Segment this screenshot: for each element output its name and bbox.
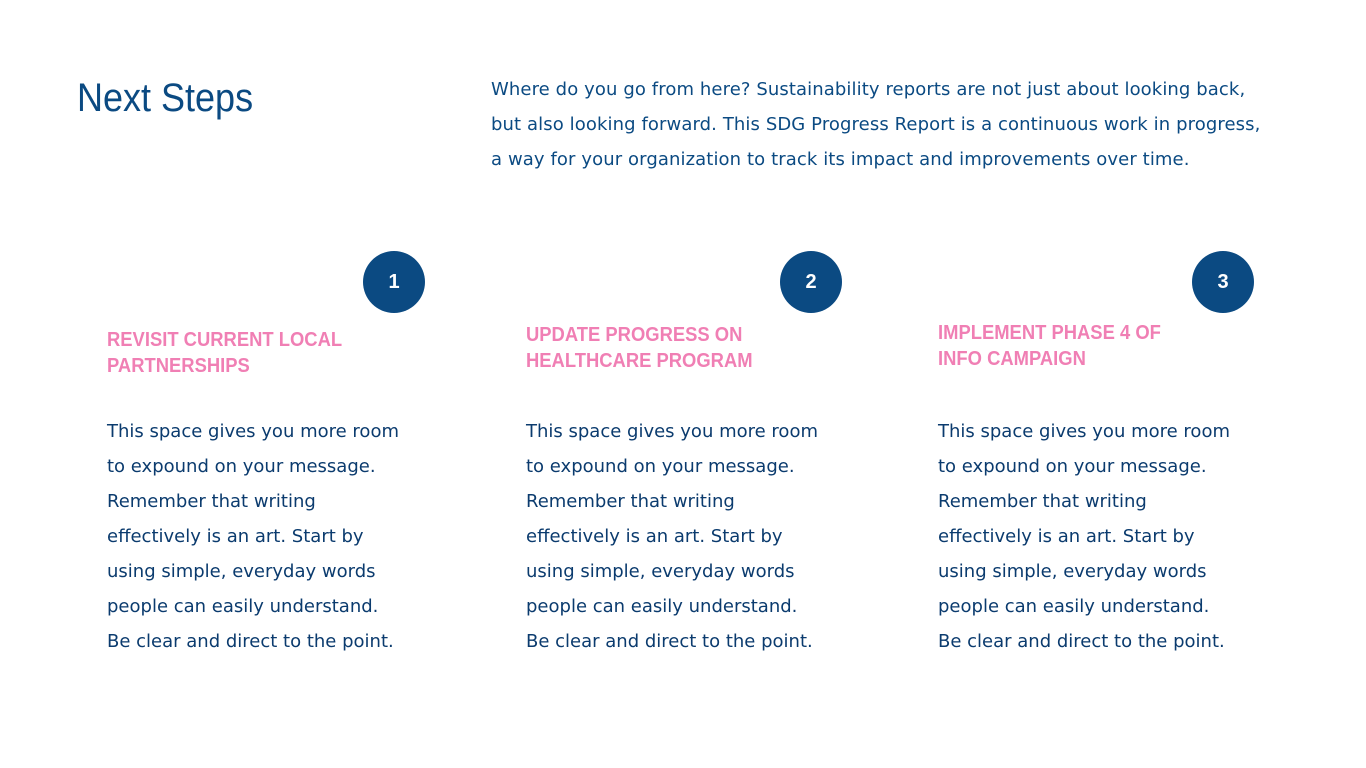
step-body-line: to expound on your message. [526,456,795,477]
step-body-line: Be clear and direct to the point. [938,631,1225,652]
step-body: This space gives you more room to expoun… [107,414,399,659]
step-number-badge: 3 [1192,251,1254,313]
intro-line: but also looking forward. This SDG Progr… [491,114,1261,135]
step-number-badge: 2 [780,251,842,313]
intro-line: Where do you go from here? Sustainabilit… [491,79,1246,100]
step-body-line: using simple, everyday words [107,561,376,582]
step-heading-line: UPDATE PROGRESS ON [526,324,743,346]
step-number-badge: 1 [363,251,425,313]
step-heading-line: INFO CAMPAIGN [938,348,1086,370]
step-body-line: people can easily understand. [938,596,1210,617]
step-body-line: to expound on your message. [107,456,376,477]
step-body-line: Be clear and direct to the point. [526,631,813,652]
step-body: This space gives you more room to expoun… [526,414,818,659]
intro-line: a way for your organization to track its… [491,149,1190,170]
step-heading: REVISIT CURRENT LOCAL PARTNERSHIPS [107,327,342,379]
step-heading-line: REVISIT CURRENT LOCAL [107,329,343,351]
step-body-line: This space gives you more room [938,421,1230,442]
step-heading: UPDATE PROGRESS ON HEALTHCARE PROGRAM [526,322,753,374]
step-body-line: effectively is an art. Start by [938,526,1195,547]
step-body-line: This space gives you more room [526,421,818,442]
step-body-line: This space gives you more room [107,421,399,442]
step-heading-line: PARTNERSHIPS [107,355,250,377]
step-body-line: people can easily understand. [107,596,379,617]
step-heading: IMPLEMENT PHASE 4 OF INFO CAMPAIGN [938,320,1161,372]
step-body-line: Remember that writing [526,491,735,512]
step-body-line: Be clear and direct to the point. [107,631,394,652]
page-title: Next Steps [77,76,254,120]
step-body-line: people can easily understand. [526,596,798,617]
step-body-line: Remember that writing [938,491,1147,512]
step-body-line: using simple, everyday words [526,561,795,582]
step-body-line: Remember that writing [107,491,316,512]
step-body-line: to expound on your message. [938,456,1207,477]
step-heading-line: HEALTHCARE PROGRAM [526,350,753,372]
step-body-line: effectively is an art. Start by [107,526,364,547]
step-heading-line: IMPLEMENT PHASE 4 OF [938,322,1161,344]
step-body-line: using simple, everyday words [938,561,1207,582]
intro-paragraph: Where do you go from here? Sustainabilit… [491,72,1331,177]
step-body: This space gives you more room to expoun… [938,414,1230,659]
step-body-line: effectively is an art. Start by [526,526,783,547]
